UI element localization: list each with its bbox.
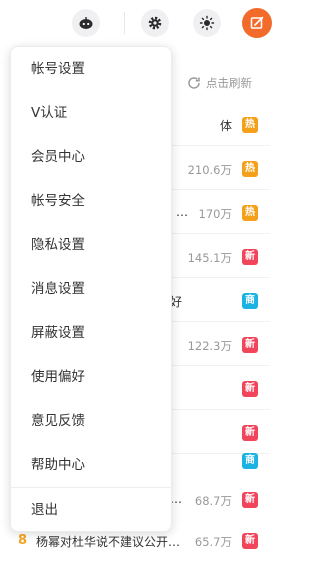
hot-row-count: 145.1万 (187, 251, 232, 265)
hot-row-count: 65.7万 (194, 535, 232, 549)
menu-item-logout[interactable]: 退出 (11, 490, 171, 530)
row-divider (170, 409, 270, 410)
robot-icon (79, 17, 93, 29)
hot-badge: 热 (242, 117, 258, 133)
menu-item-help-center[interactable]: 帮助中心 (11, 445, 171, 485)
toolbar-divider (124, 12, 125, 34)
row-divider (170, 233, 270, 234)
ad-badge: 商 (242, 453, 258, 469)
menu-item-feedback[interactable]: 意见反馈 (11, 401, 171, 441)
hot-row-count: 122.3万 (187, 339, 232, 353)
menu-item-account-security[interactable]: 帐号安全 (11, 181, 171, 221)
menu-item-v-verification[interactable]: V认证 (11, 93, 171, 133)
hot-row-title: … (176, 205, 188, 219)
hot-badge: 热 (242, 161, 258, 177)
hot-row-count: 210.6万 (187, 163, 232, 177)
settings-button[interactable] (141, 9, 169, 37)
new-badge: 新 (242, 381, 258, 397)
row-divider (170, 321, 270, 322)
theme-toggle-button[interactable] (193, 9, 221, 37)
hot-row-count: 170万 (198, 207, 232, 221)
settings-icon (148, 16, 162, 30)
edit-icon (250, 16, 264, 29)
menu-item-member-center[interactable]: 会员中心 (11, 137, 171, 177)
robot-button[interactable] (72, 9, 100, 37)
new-badge: 新 (242, 337, 258, 353)
refresh-button[interactable]: 点击刷新 (186, 74, 252, 92)
hot-row-count: 68.7万 (194, 494, 232, 508)
theme-sun-icon (199, 15, 215, 31)
hot-badge: 热 (242, 205, 258, 221)
menu-divider (11, 487, 171, 488)
compose-button[interactable] (242, 8, 272, 38)
ad-badge: 商 (242, 293, 258, 309)
new-badge: 新 (242, 533, 258, 549)
hot-row-title: 杨幂对杜华说不建议公开… (36, 535, 181, 549)
refresh-label: 点击刷新 (206, 76, 252, 90)
top-bar (0, 0, 286, 46)
menu-item-block-settings[interactable]: 屏蔽设置 (11, 313, 171, 353)
refresh-icon (188, 77, 200, 89)
hot-row-rank: 8 (18, 533, 28, 548)
menu-item-preferences[interactable]: 使用偏好 (11, 357, 171, 397)
new-badge: 新 (242, 425, 258, 441)
settings-dropdown-menu: 帐号设置 V认证 会员中心 帐号安全 隐私设置 消息设置 屏蔽设置 使用偏好 意… (10, 46, 172, 532)
menu-item-message-settings[interactable]: 消息设置 (11, 269, 171, 309)
menu-item-privacy-settings[interactable]: 隐私设置 (11, 225, 171, 265)
row-divider (170, 145, 270, 146)
menu-item-account-settings[interactable]: 帐号设置 (11, 49, 171, 89)
new-badge: 新 (242, 492, 258, 508)
new-badge: 新 (242, 249, 258, 265)
row-divider (170, 365, 270, 366)
hot-row-title: 体 (219, 119, 232, 133)
row-divider (170, 189, 270, 190)
row-divider (170, 277, 270, 278)
